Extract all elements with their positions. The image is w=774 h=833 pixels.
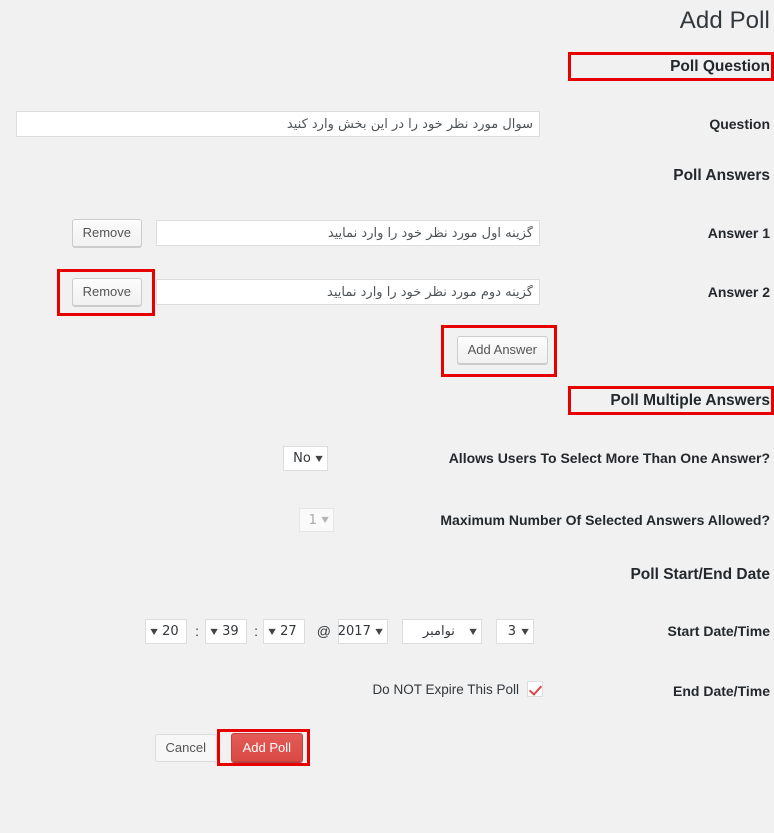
start-second-select[interactable]: ▼ 20 [145, 619, 187, 644]
section-heading-poll-multiple-answers: Poll Multiple Answers [610, 392, 770, 409]
max-selected-answers-select[interactable]: ▼ 1 [299, 508, 334, 532]
no-expire-checkbox-wrapper[interactable]: Do NOT Expire This Poll [372, 681, 543, 697]
allow-multiple-answers-select[interactable]: ▼ No [283, 446, 328, 471]
question-input[interactable] [16, 111, 540, 137]
remove-answer-2-button[interactable]: Remove [71, 278, 142, 306]
start-second-value: 20 [162, 624, 179, 639]
end-date-time-label: End Date/Time [673, 683, 770, 699]
start-month-value: نوامبر [422, 624, 455, 639]
allow-multiple-answers-value: No [293, 451, 311, 466]
start-hour-select[interactable]: ▼ 27 [263, 619, 305, 644]
time-separator-1: : [254, 623, 258, 639]
add-poll-submit-button[interactable]: Add Poll [230, 733, 303, 762]
chevron-down-icon: ▼ [268, 626, 276, 636]
max-selected-answers-label: ?Maximum Number Of Selected Answers Allo… [440, 512, 770, 528]
answer-2-input[interactable] [156, 279, 540, 305]
start-year-value: 2017 [337, 624, 371, 639]
cancel-button[interactable]: Cancel [154, 734, 217, 762]
start-hour-value: 27 [280, 624, 297, 639]
allow-multiple-answers-label: ?Allows Users To Select More Than One An… [448, 450, 770, 466]
chevron-down-icon: ▼ [469, 626, 477, 636]
start-day-value: 3 [507, 624, 517, 639]
chevron-down-icon: ▼ [210, 626, 218, 636]
chevron-down-icon: ▼ [521, 626, 529, 636]
no-expire-label: Do NOT Expire This Poll [372, 681, 519, 697]
chevron-down-icon: ▼ [321, 515, 329, 524]
start-minute-value: 39 [222, 624, 239, 639]
chevron-down-icon: ▼ [375, 626, 383, 636]
section-heading-poll-question: Poll Question [670, 58, 770, 75]
answer-2-label: Answer 2 [707, 284, 770, 300]
answer-1-input[interactable] [156, 220, 540, 246]
start-day-select[interactable]: ▼ 3 [496, 619, 534, 644]
remove-answer-1-button[interactable]: Remove [71, 219, 142, 247]
start-date-time-label: Start Date/Time [667, 623, 770, 639]
section-heading-poll-start-end-date: Poll Start/End Date [630, 566, 770, 583]
add-poll-page: Add Poll Poll Question Question Poll Ans… [0, 0, 774, 833]
question-label: Question [709, 116, 770, 132]
add-answer-button[interactable]: Add Answer [456, 336, 548, 364]
time-separator-2: : [195, 623, 199, 639]
start-minute-select[interactable]: ▼ 39 [205, 619, 247, 644]
start-month-select[interactable]: ▼ نوامبر [402, 619, 482, 644]
answer-1-label: Answer 1 [707, 225, 770, 241]
no-expire-checkbox[interactable] [527, 681, 543, 697]
page-title: Add Poll [679, 7, 770, 34]
start-year-select[interactable]: ▼ 2017 [338, 619, 388, 644]
at-separator: @ [316, 623, 331, 639]
max-selected-answers-value: 1 [308, 512, 317, 528]
section-heading-poll-answers: Poll Answers [673, 167, 770, 184]
chevron-down-icon: ▼ [315, 453, 323, 463]
chevron-down-icon: ▼ [150, 626, 158, 636]
